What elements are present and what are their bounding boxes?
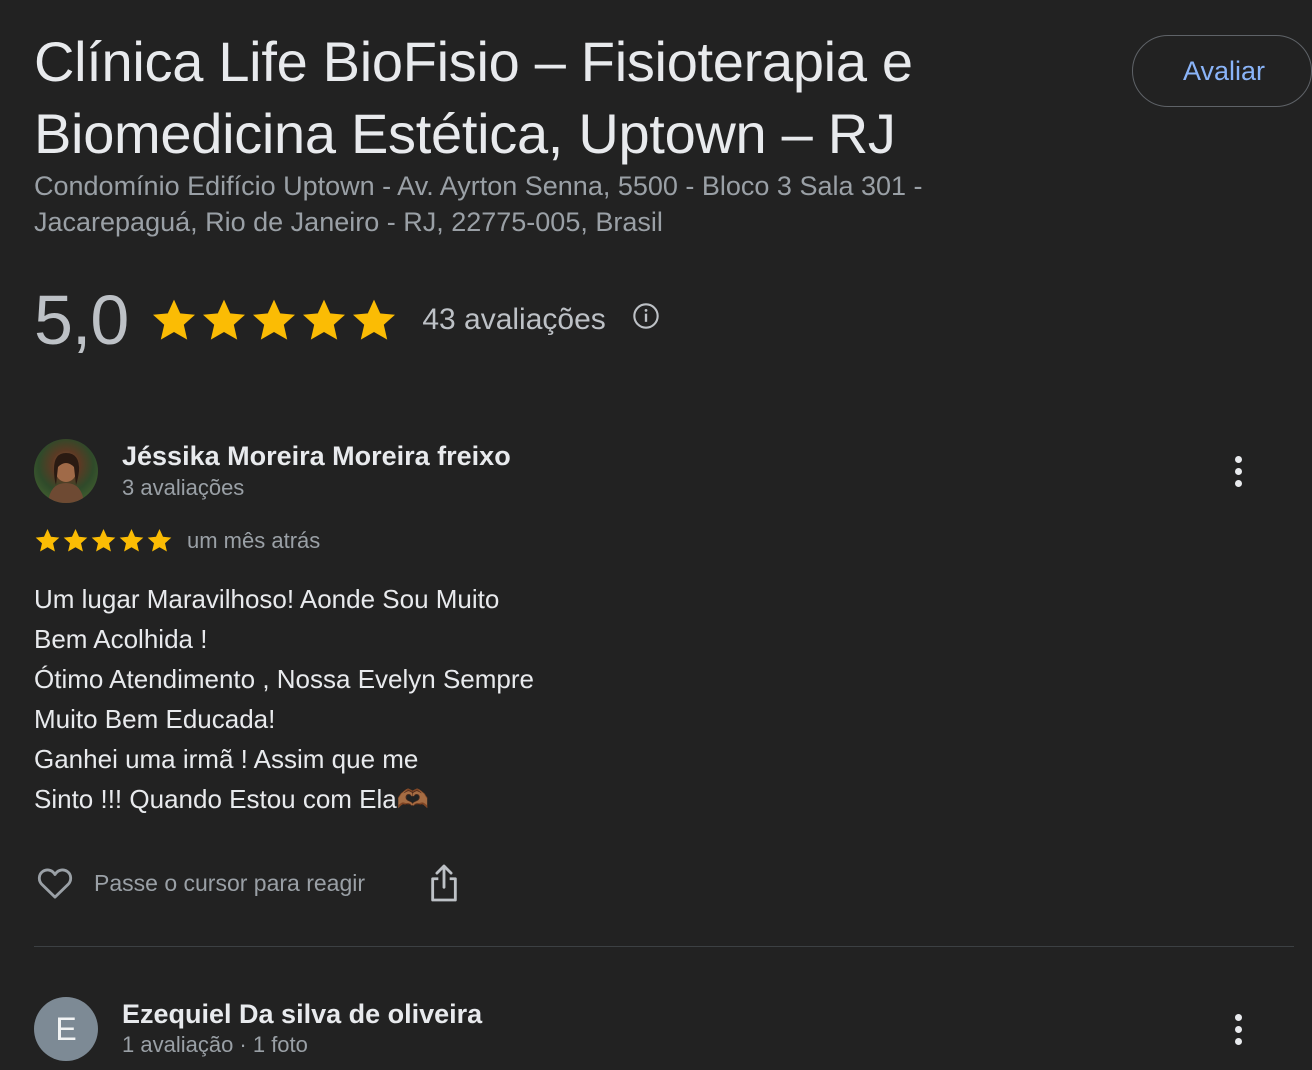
reviewer-meta: 1 avaliação · 1 foto xyxy=(122,1032,308,1057)
reviewer-name[interactable]: Jéssika Moreira Moreira freixo xyxy=(122,441,511,472)
review-text: Um lugar Maravilhoso! Aonde Sou Muito Be… xyxy=(34,579,654,819)
info-circle-icon[interactable] xyxy=(632,302,660,330)
star-icon xyxy=(253,299,296,340)
review-date: um mês atrás xyxy=(187,527,321,553)
more-dot-icon xyxy=(1234,1025,1242,1033)
rate-button[interactable]: Avaliar xyxy=(1132,35,1312,107)
average-rating-stars xyxy=(150,296,398,344)
place-title-line-1: Clínica Life BioFisio – Fisioterapia e xyxy=(34,30,913,93)
review-rating: um mês atrás xyxy=(34,527,320,554)
reviewer-meta: 3 avaliações xyxy=(122,475,245,500)
review-divider xyxy=(34,946,1294,947)
star-icon xyxy=(147,529,172,552)
react-hint: Passe o cursor para reagir xyxy=(94,869,366,896)
more-dot-icon xyxy=(1234,1013,1242,1021)
review-text-line: Muito Bem Educada! xyxy=(34,704,276,734)
star-icon xyxy=(35,529,60,552)
address-line-1: Condomínio Edifício Uptown - Av. Ayrton … xyxy=(34,171,923,201)
star-icon xyxy=(353,299,396,340)
star-icon xyxy=(303,299,346,340)
average-rating: 5,0 xyxy=(34,281,129,359)
review-text-line: Bem Acolhida ! xyxy=(34,624,208,654)
more-dot-icon xyxy=(1234,467,1242,475)
reviewer-avatar[interactable]: E xyxy=(34,997,98,1061)
address-line-2: Jacarepaguá, Rio de Janeiro - RJ, 22775-… xyxy=(34,207,663,237)
avatar-photo-icon xyxy=(48,453,84,503)
star-icon xyxy=(63,529,88,552)
reviews-panel: Clínica Life BioFisio – Fisioterapia e B… xyxy=(0,0,1312,1070)
more-options-button[interactable] xyxy=(1222,1009,1254,1049)
more-options-button[interactable] xyxy=(1222,451,1254,491)
review-text-line: Ótimo Atendimento , Nossa Evelyn Sempre xyxy=(34,664,535,694)
review-text-line: Sinto !!! Quando Estou com Ela🫶🏾 xyxy=(34,784,430,814)
star-icon xyxy=(91,529,116,552)
review-text-line: Um lugar Maravilhoso! Aonde Sou Muito xyxy=(34,584,500,614)
share-icon[interactable] xyxy=(427,863,461,903)
more-dot-icon xyxy=(1234,479,1242,487)
place-address: Condomínio Edifício Uptown - Av. Ayrton … xyxy=(34,168,1014,240)
review-card: E Ezequiel Da silva de oliveira 1 avalia… xyxy=(34,997,1294,1070)
more-dot-icon xyxy=(1234,455,1242,463)
star-icon xyxy=(203,299,246,340)
review-stars xyxy=(34,527,173,554)
review-card: Jéssika Moreira Moreira freixo 3 avaliaç… xyxy=(34,439,1294,909)
star-icon xyxy=(119,529,144,552)
review-actions: Passe o cursor para reagir xyxy=(34,863,461,903)
rating-summary: 5,0 43 avaliações xyxy=(34,280,660,360)
star-icon xyxy=(153,299,196,340)
place-title: Clínica Life BioFisio – Fisioterapia e B… xyxy=(34,26,1074,170)
reviewer-avatar[interactable] xyxy=(34,439,98,503)
review-text-line: Ganhei uma irmã ! Assim que me xyxy=(34,744,419,774)
reviewer-name[interactable]: Ezequiel Da silva de oliveira xyxy=(122,999,482,1030)
heart-icon[interactable] xyxy=(34,863,76,903)
total-reviews-count[interactable]: 43 avaliações xyxy=(422,303,605,337)
more-dot-icon xyxy=(1234,1037,1242,1045)
place-title-line-2: Biomedicina Estética, Uptown – RJ xyxy=(34,102,896,165)
